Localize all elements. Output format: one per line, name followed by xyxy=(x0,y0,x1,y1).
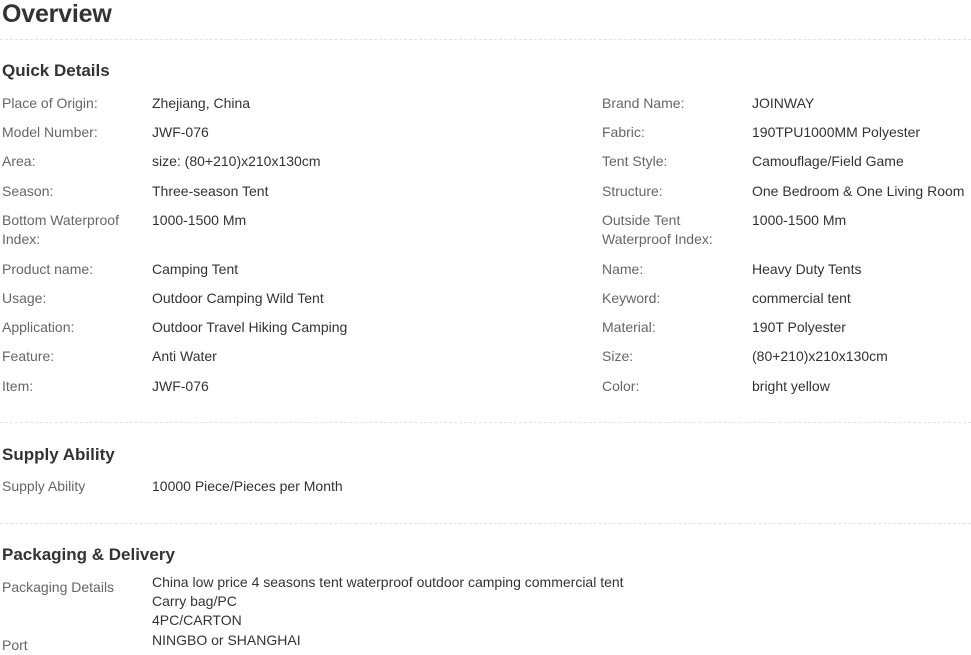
detail-value: One Bedroom & One Living Room xyxy=(752,183,965,199)
detail-value: 190TPU1000MM Polyester xyxy=(752,124,921,140)
detail-label: Tent Style: xyxy=(602,153,668,169)
detail-value: commercial tent xyxy=(752,290,851,306)
detail-label: Outside Tent Waterproof Index: xyxy=(602,212,713,247)
port-label: Port xyxy=(2,637,28,653)
detail-value: bright yellow xyxy=(752,378,830,394)
supply-ability-label: Supply Ability xyxy=(2,478,86,494)
divider xyxy=(0,39,971,40)
page-title: Overview xyxy=(2,0,112,28)
detail-label: Bottom Waterproof Index: xyxy=(2,212,119,247)
packaging-line: Carry bag/PC xyxy=(152,593,237,609)
detail-label: Structure: xyxy=(602,183,663,199)
packaging-line: China low price 4 seasons tent waterproo… xyxy=(152,574,624,590)
detail-value: Three-season Tent xyxy=(152,183,269,199)
detail-value: Camping Tent xyxy=(152,261,239,277)
divider xyxy=(0,422,971,423)
detail-label: Material: xyxy=(602,319,656,335)
detail-label: Brand Name: xyxy=(602,95,685,111)
detail-label: Size: xyxy=(602,348,634,364)
detail-label: Feature: xyxy=(2,348,55,364)
detail-label: Season: xyxy=(2,183,54,199)
detail-label: Fabric: xyxy=(602,124,645,140)
divider xyxy=(0,523,971,524)
port-value: NINGBO or SHANGHAI xyxy=(152,632,301,648)
packaging-delivery-heading: Packaging & Delivery xyxy=(2,545,175,564)
detail-label: Place of Origin: xyxy=(2,95,98,111)
detail-value: JOINWAY xyxy=(752,95,815,111)
detail-value: 1000-1500 Mm xyxy=(152,212,247,228)
detail-value: JWF-076 xyxy=(152,378,209,394)
detail-value: JWF-076 xyxy=(152,124,209,140)
detail-value: Heavy Duty Tents xyxy=(752,261,862,277)
packaging-details-value: China low price 4 seasons tent waterproo… xyxy=(152,573,952,630)
detail-label: Color: xyxy=(602,378,640,394)
detail-value: Zhejiang, China xyxy=(152,95,251,111)
detail-value: 1000-1500 Mm xyxy=(752,212,847,228)
supply-ability-heading: Supply Ability xyxy=(2,445,115,464)
packaging-line: 4PC/CARTON xyxy=(152,612,242,628)
detail-value: (80+210)x210x130cm xyxy=(752,348,888,364)
detail-value: Anti Water xyxy=(152,348,217,364)
detail-label: Product name: xyxy=(2,261,94,277)
detail-value: 190T Polyester xyxy=(752,319,846,335)
detail-value: Camouflage/Field Game xyxy=(752,153,904,169)
detail-value: Outdoor Travel Hiking Camping xyxy=(152,319,348,335)
detail-label: Application: xyxy=(2,319,75,335)
quick-details-heading: Quick Details xyxy=(2,61,110,80)
detail-value: Outdoor Camping Wild Tent xyxy=(152,290,324,306)
packaging-details-label: Packaging Details xyxy=(2,579,115,595)
detail-label: Name: xyxy=(602,261,644,277)
detail-label: Keyword: xyxy=(602,290,661,306)
supply-ability-value: 10000 Piece/Pieces per Month xyxy=(152,478,343,494)
detail-label: Area: xyxy=(2,153,36,169)
detail-label: Usage: xyxy=(2,290,47,306)
detail-label: Item: xyxy=(2,378,34,394)
detail-value: size: (80+210)x210x130cm xyxy=(152,153,321,169)
detail-label: Model Number: xyxy=(2,124,98,140)
